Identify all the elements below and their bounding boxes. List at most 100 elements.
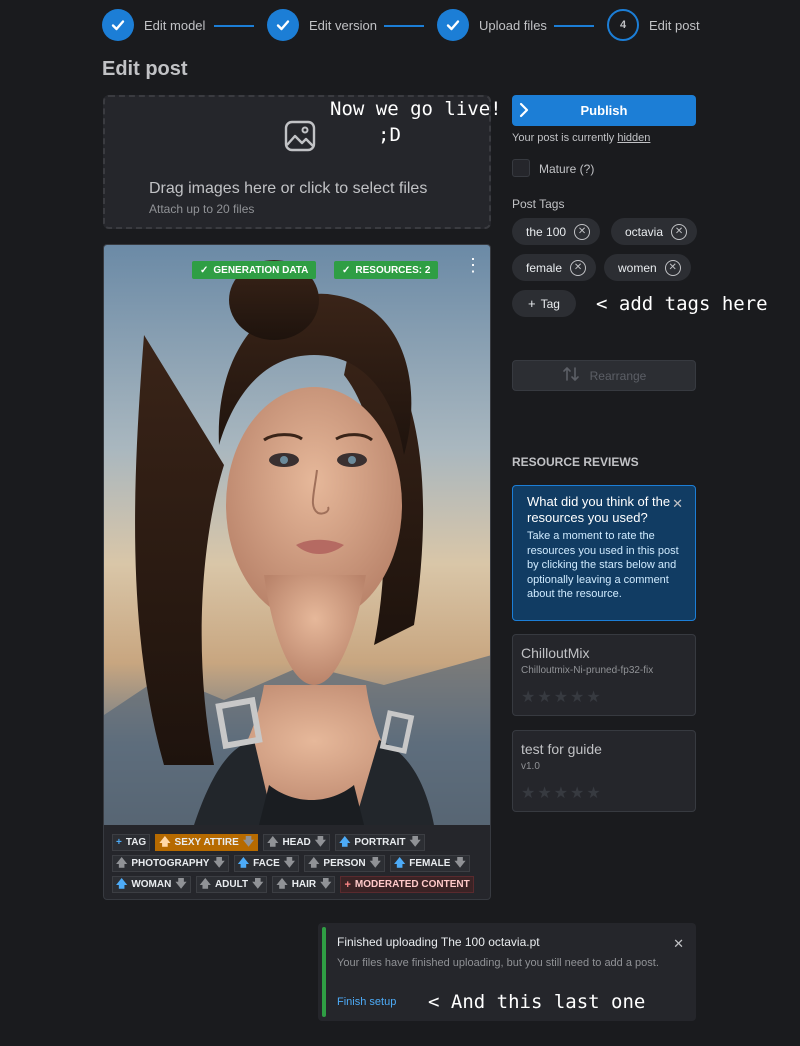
step-label: Edit model [144,17,206,33]
upvote-icon[interactable]: 🡅 [159,833,170,852]
image-tag[interactable]: 🡅 PHOTOGRAPHY 🡇 [112,855,229,872]
rearrange-button[interactable]: Rearrange [512,360,696,391]
step-edit-model[interactable]: Edit model [102,9,205,41]
star-icon[interactable]: ★ [586,783,600,803]
kebab-menu-icon[interactable]: ⋮ [464,256,482,274]
post-tag: women ✕ [604,254,691,281]
rearrange-label: Rearrange [589,368,647,383]
resource-card: test for guide v1.0 ★ ★ ★ ★ ★ [512,730,696,812]
success-indicator [322,927,326,1017]
post-tag: the 100 ✕ [512,218,601,245]
upvote-icon[interactable]: 🡅 [200,875,211,894]
upvote-icon[interactable]: 🡅 [238,854,249,873]
remove-tag-icon[interactable]: ✕ [664,259,681,276]
annotation-tags: < add tags here [596,293,768,315]
annotation-live: Now we go live! [330,98,502,120]
stepper-connector [214,25,254,27]
image-tag[interactable]: 🡅 PERSON 🡇 [304,855,385,872]
image-tag-label: ADULT [214,879,249,890]
star-rating[interactable]: ★ ★ ★ ★ ★ [521,687,601,707]
alert-body: Take a moment to rate the resources you … [527,530,679,600]
star-icon[interactable]: ★ [521,783,535,803]
add-image-tag-button[interactable]: + TAG [112,834,151,851]
close-icon[interactable]: ✕ [673,936,684,952]
star-icon[interactable]: ★ [554,687,568,707]
close-icon[interactable]: ✕ [672,496,683,512]
image-tag[interactable]: 🡅 FACE 🡇 [233,854,300,873]
page-title: Edit post [102,58,188,80]
alert-title: What did you think of the resources you … [527,494,671,525]
generation-data-badge[interactable]: ✓ GENERATION DATA [192,261,317,279]
image-tag[interactable]: 🡅 SEXY ATTIRE 🡇 [155,833,259,852]
star-icon[interactable]: ★ [537,783,551,803]
step-edit-post[interactable]: 4 Edit post [607,9,700,41]
downvote-icon[interactable]: 🡇 [320,875,331,894]
plus-icon[interactable]: + [344,879,350,891]
post-tag-label: women [618,260,657,275]
star-icon[interactable]: ★ [586,687,600,707]
post-status-link[interactable]: hidden [617,132,650,144]
check-icon [267,9,299,41]
image-tag[interactable]: 🡅 WOMAN 🡇 [112,876,191,893]
image-tag-label: HEAD [282,837,311,848]
downvote-icon[interactable]: 🡇 [252,875,263,894]
upvote-icon[interactable]: 🡅 [267,833,278,852]
finish-setup-link[interactable]: Finish setup [337,996,396,1008]
downvote-icon[interactable]: 🡇 [213,854,224,873]
image-tag[interactable]: 🡅 ADULT 🡇 [195,875,268,894]
annotation-live-emoticon: ;D [378,124,401,146]
add-tag-label: Tag [540,296,560,311]
star-icon[interactable]: ★ [570,783,584,803]
downvote-icon[interactable]: 🡇 [175,875,186,894]
star-rating[interactable]: ★ ★ ★ ★ ★ [521,783,601,803]
annotation-last: < And this last one [428,991,646,1013]
image-tag[interactable]: 🡅 HAIR 🡇 [272,875,336,894]
downvote-icon[interactable]: 🡇 [315,833,326,852]
downvote-icon[interactable]: 🡇 [370,854,381,873]
stepper-connector [384,25,424,27]
publish-label: Publish [580,103,628,118]
image-tag[interactable]: 🡅 HEAD 🡇 [263,833,331,852]
remove-tag-icon[interactable]: ✕ [574,223,591,240]
image-tag-moderated[interactable]: + MODERATED CONTENT [340,876,474,893]
star-icon[interactable]: ★ [554,783,568,803]
star-icon[interactable]: ★ [521,687,535,707]
image-tag-label: WOMAN [131,879,172,890]
mature-label: Mature (?) [539,162,595,176]
downvote-icon[interactable]: 🡇 [410,833,421,852]
star-icon[interactable]: ★ [570,687,584,707]
downvote-icon[interactable]: 🡇 [284,854,295,873]
check-icon [437,9,469,41]
downvote-icon[interactable]: 🡇 [243,833,254,852]
upvote-icon[interactable]: 🡅 [116,854,127,873]
chevron-right-icon [518,101,530,122]
image-tag-label: FEMALE [409,858,451,869]
image-tag[interactable]: 🡅 FEMALE 🡇 [389,854,470,873]
remove-tag-icon[interactable]: ✕ [570,259,587,276]
upvote-icon[interactable]: 🡅 [339,833,350,852]
plus-icon: + [528,296,536,311]
check-icon: ✓ [342,264,351,276]
resource-reviews-title: RESOURCE REVIEWS [512,455,639,469]
resource-name: test for guide [521,741,602,757]
publish-button[interactable]: Publish [512,95,696,126]
upvote-icon[interactable]: 🡅 [116,875,127,894]
remove-tag-icon[interactable]: ✕ [671,223,688,240]
image-tag-label: PERSON [323,858,366,869]
add-post-tag-button[interactable]: + Tag [512,290,576,317]
upvote-icon[interactable]: 🡅 [394,854,405,873]
upvote-icon[interactable]: 🡅 [276,875,287,894]
star-icon[interactable]: ★ [537,687,551,707]
notification-title: Finished uploading The 100 octavia.pt [337,935,540,949]
downvote-icon[interactable]: 🡇 [454,854,465,873]
post-image[interactable]: ✓ GENERATION DATA ✓ RESOURCES: 2 ⋮ [104,245,490,825]
step-edit-version[interactable]: Edit version [267,9,377,41]
image-tag-label: PHOTOGRAPHY [131,858,210,869]
image-tag[interactable]: 🡅 PORTRAIT 🡇 [335,834,425,851]
stepper: Edit model Edit version Upload files 4 E… [102,9,702,43]
mature-checkbox[interactable] [512,159,530,177]
step-upload-files[interactable]: Upload files [437,9,547,41]
upvote-icon[interactable]: 🡅 [308,854,319,873]
image-tag-label: SEXY ATTIRE [174,837,239,848]
resources-badge[interactable]: ✓ RESOURCES: 2 [334,261,439,279]
